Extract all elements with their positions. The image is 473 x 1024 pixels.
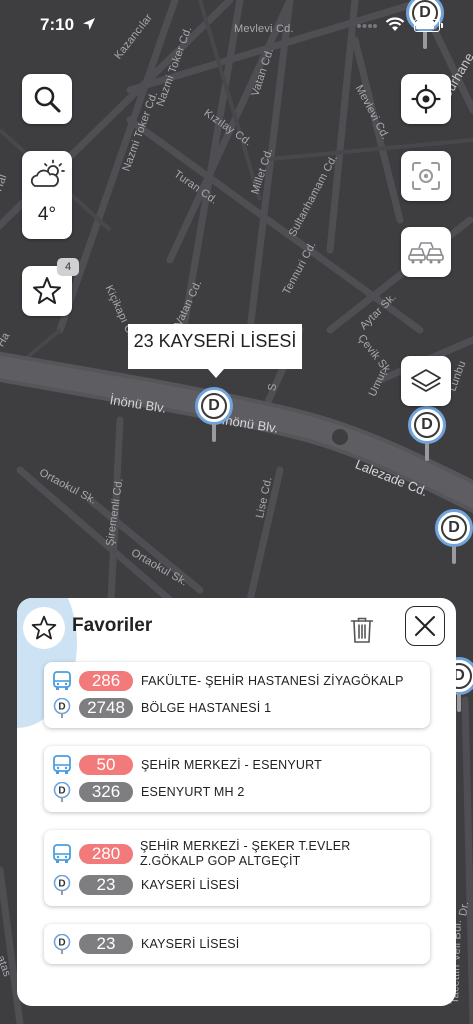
line-name: ŞEHİR MERKEZİ - ŞEKER T.EVLER Z.GÖKALP G… — [140, 839, 350, 869]
favorite-card[interactable]: D 23 KAYSERİ LİSESİ — [44, 924, 430, 964]
favorite-card[interactable]: 280 ŞEHİR MERKEZİ - ŞEKER T.EVLER Z.GÖKA… — [44, 830, 430, 906]
line-number-badge: 280 — [79, 844, 133, 864]
stop-marker-letter: D — [201, 393, 227, 419]
weather-temperature: 4° — [37, 204, 57, 225]
focus-icon — [412, 162, 440, 190]
traffic-button[interactable] — [401, 227, 451, 277]
line-name: FAKÜLTE- ŞEHİR HASTANESİ ZİYAGÖKALP — [141, 674, 404, 688]
layers-icon — [411, 369, 441, 392]
stop-marker-letter: D — [414, 412, 440, 438]
stop-icon: D — [53, 875, 71, 895]
stop-name: KAYSERİ LİSESİ — [141, 937, 240, 951]
wifi-icon — [385, 17, 405, 31]
svg-text:D: D — [58, 786, 65, 797]
partly-cloudy-icon — [30, 159, 65, 187]
stop-number-badge: 326 — [79, 782, 133, 802]
panel-title: Favoriler — [72, 615, 153, 636]
crosshair-icon — [411, 84, 441, 114]
street-label: Dr. — [457, 900, 472, 918]
svg-text:D: D — [58, 702, 65, 713]
stop-name: ESENYURT MH 2 — [141, 785, 245, 799]
weather-widget[interactable]: 4° — [22, 151, 72, 239]
search-icon — [34, 86, 61, 113]
bus-stop-marker-selected[interactable]: D — [195, 387, 235, 443]
location-arrow-icon — [83, 18, 95, 30]
cars-icon — [408, 242, 444, 264]
line-name-line-2: Z.GÖKALP GOP ALTGEÇİT — [140, 854, 301, 868]
line-name: ŞEHİR MERKEZİ - ESENYURT — [141, 758, 322, 772]
stop-callout[interactable]: 23 KAYSERİ LİSESİ — [128, 324, 302, 378]
svg-text:D: D — [58, 879, 65, 890]
favorites-panel: Favoriler 286 FAKÜLTE- ŞEHİR HASTANESİ Z… — [17, 598, 456, 1006]
map-layers-button[interactable] — [401, 356, 451, 406]
close-icon — [415, 616, 435, 636]
status-bar: 7:10 — [0, 0, 473, 50]
line-number-badge: 286 — [79, 671, 133, 691]
stop-name: KAYSERİ LİSESİ — [141, 878, 240, 892]
stop-callout-label: 23 KAYSERİ LİSESİ — [133, 331, 297, 351]
stop-icon: D — [53, 698, 71, 718]
stop-icon: D — [53, 934, 71, 954]
search-button[interactable] — [22, 74, 72, 124]
close-panel-button[interactable] — [405, 606, 445, 646]
panel-star-badge — [23, 607, 65, 649]
battery-icon — [414, 19, 443, 32]
stop-marker-letter: D — [441, 515, 467, 541]
stop-number-badge: 23 — [79, 875, 133, 895]
status-time: 7:10 — [40, 15, 75, 34]
stop-number-badge: 23 — [79, 934, 133, 954]
line-number-badge: 50 — [79, 755, 133, 775]
favorites-count-badge: 4 — [57, 258, 79, 276]
nearby-stops-button[interactable] — [401, 151, 451, 201]
line-name-line-1: ŞEHİR MERKEZİ - ŞEKER T.EVLER — [140, 839, 351, 853]
star-icon — [31, 615, 57, 640]
trash-icon — [350, 617, 374, 643]
bus-stop-marker[interactable]: D — [435, 509, 473, 565]
stop-name: BÖLGE HASTANESİ 1 — [141, 701, 272, 715]
locate-me-button[interactable] — [401, 74, 451, 124]
favorite-card[interactable]: 286 FAKÜLTE- ŞEHİR HASTANESİ ZİYAGÖKALP … — [44, 662, 430, 728]
bus-icon — [53, 671, 71, 690]
delete-favorites-button[interactable] — [347, 614, 377, 646]
stop-icon: D — [53, 782, 71, 802]
bus-stop-marker[interactable]: D — [408, 406, 448, 462]
signal-icon — [357, 24, 377, 28]
star-icon — [33, 277, 61, 304]
svg-text:D: D — [58, 938, 65, 949]
bus-icon — [53, 755, 71, 774]
bus-icon — [53, 844, 71, 863]
favorite-card[interactable]: 50 ŞEHİR MERKEZİ - ESENYURT D 326 ESENYU… — [44, 746, 430, 812]
stop-number-badge: 2748 — [79, 698, 133, 718]
